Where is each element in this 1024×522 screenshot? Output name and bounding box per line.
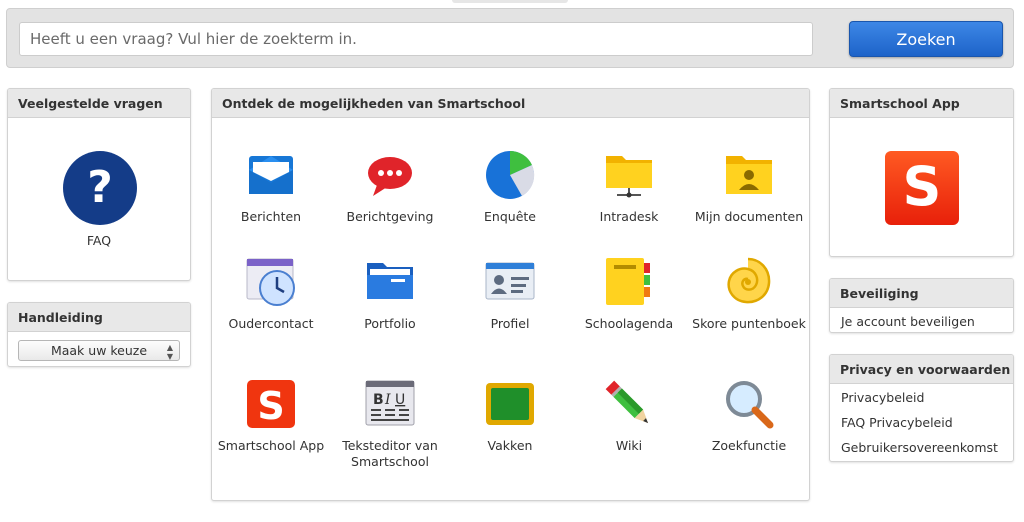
privacy-policy-link[interactable]: Privacybeleid [830,386,1013,411]
tile-label: Portfolio [364,316,416,331]
main-panel-title: Ontdek de mogelijkheden van Smartschool [212,89,809,118]
tile-skore-puntenboek[interactable]: Skore puntenboek [690,257,808,332]
network-folder-icon [604,150,654,200]
manual-select-value: Maak uw keuze [50,343,148,358]
tile-label: Enquête [484,209,536,224]
tile-label: Oudercontact [228,316,314,331]
tile-label: Smartschool App [217,438,325,453]
pie-chart-icon [485,150,535,200]
tile-teksteditor[interactable]: BIU Teksteditor van Smartschool [331,379,449,470]
faq-link[interactable]: FAQ [8,233,190,248]
svg-text:B: B [373,392,384,408]
pencil-icon [604,379,654,429]
tile-label: Vakken [487,438,533,453]
security-panel: Beveiliging Je account beveiligen [829,278,1014,333]
magnifier-icon [724,379,774,429]
tile-mijn-documenten[interactable]: Mijn documenten [690,150,808,225]
faq-panel: Veelgestelde vragen ? FAQ [7,88,191,281]
tile-label: Intradesk [599,209,659,224]
tile-enquete[interactable]: Enquête [451,150,569,225]
speech-bubble-icon [365,150,415,200]
secure-account-link[interactable]: Je account beveiligen [830,310,1013,332]
chalkboard-icon [485,379,535,429]
tile-label: Wiki [615,438,643,453]
tile-zoekfunctie[interactable]: Zoekfunctie [690,379,808,454]
svg-text:U: U [395,392,405,408]
svg-text:S: S [257,384,284,428]
smartschool-logo-icon: S [246,379,296,429]
privacy-panel-title: Privacy en voorwaarden [830,355,1013,384]
smartschool-logo-icon[interactable]: S [885,151,959,225]
privacy-panel: Privacy en voorwaarden Privacybeleid FAQ… [829,354,1014,462]
snail-shell-icon [724,257,774,307]
updown-arrow-icon: ▲ ▼ [166,343,173,361]
tile-vakken[interactable]: Vakken [451,379,569,454]
privacy-faq-link[interactable]: FAQ Privacybeleid [830,411,1013,436]
faq-panel-title: Veelgestelde vragen [8,89,190,118]
svg-text:I: I [384,392,391,408]
tile-smartschool-app[interactable]: S Smartschool App [212,379,330,454]
main-panel: Ontdek de mogelijkheden van Smartschool … [211,88,810,501]
user-agreement-link[interactable]: Gebruikersovereenkomst [830,436,1013,461]
agenda-book-icon [604,257,654,307]
question-icon[interactable]: ? [63,151,137,225]
tile-label: Teksteditor van Smartschool [342,438,438,469]
blue-folder-icon [365,257,415,307]
tile-label: Zoekfunctie [711,438,787,453]
manual-panel-title: Handleiding [8,303,190,332]
tile-label: Skore puntenboek [692,316,806,331]
tile-label: Schoolagenda [584,316,674,331]
text-editor-icon: BIU [365,379,415,429]
envelope-icon [246,150,296,200]
tile-berichten[interactable]: Berichten [212,150,330,225]
tile-oudercontact[interactable]: Oudercontact [212,257,330,332]
search-input[interactable] [19,22,813,56]
manual-select[interactable]: Maak uw keuze ▲ ▼ [18,340,180,361]
search-button[interactable]: Zoeken [849,21,1003,57]
tile-schoolagenda[interactable]: Schoolagenda [570,257,688,332]
tile-label: Berichten [240,209,302,224]
tile-berichtgeving[interactable]: Berichtgeving [331,150,449,225]
tile-intradesk[interactable]: Intradesk [570,150,688,225]
security-panel-title: Beveiliging [830,279,1013,308]
tile-label: Berichtgeving [346,209,434,224]
calendar-clock-icon [246,257,296,307]
tile-portfolio[interactable]: Portfolio [331,257,449,332]
manual-panel: Handleiding Maak uw keuze ▲ ▼ [7,302,191,367]
user-folder-icon [724,150,774,200]
id-card-icon [485,257,535,307]
app-panel-title: Smartschool App [830,89,1013,118]
tile-profiel[interactable]: Profiel [451,257,569,332]
search-bar: Zoeken [6,8,1014,68]
app-panel: Smartschool App S [829,88,1014,257]
tile-label: Profiel [490,316,530,331]
top-notch [452,0,568,3]
tile-wiki[interactable]: Wiki [570,379,688,454]
tile-label: Mijn documenten [694,209,804,224]
